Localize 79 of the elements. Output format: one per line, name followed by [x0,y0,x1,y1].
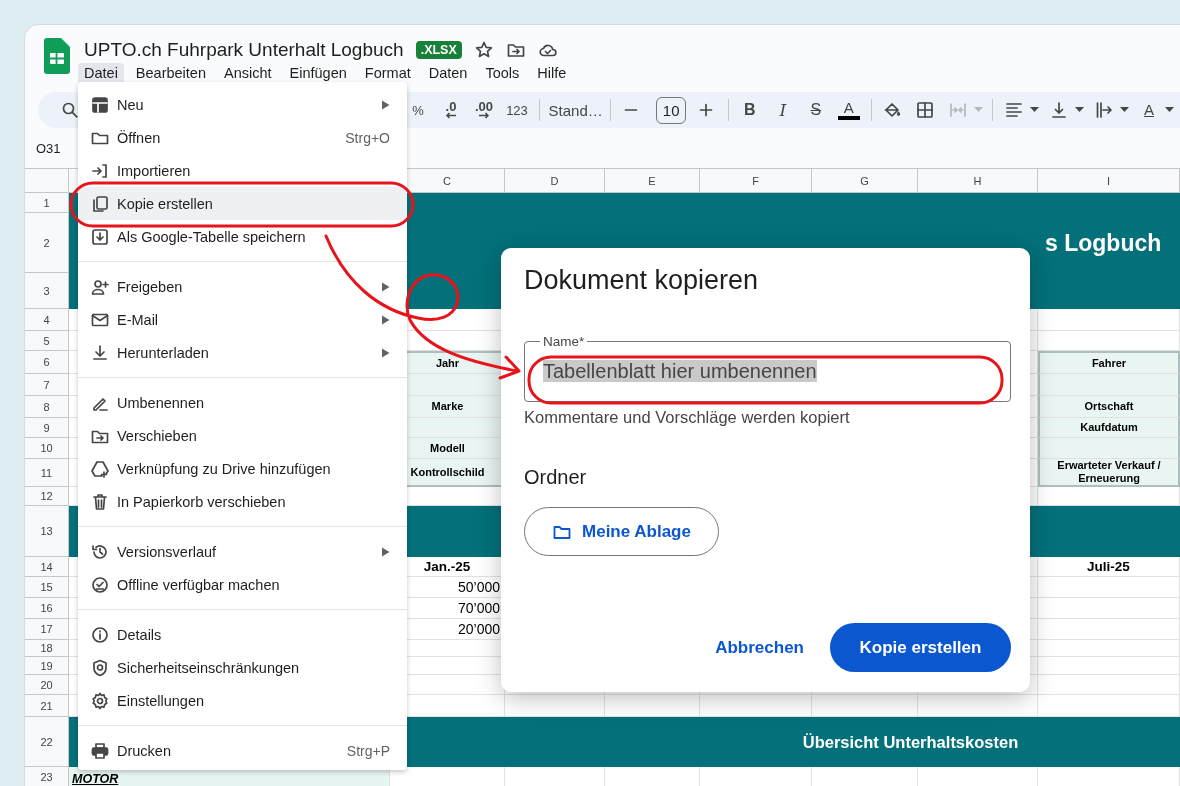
folder-heading: Ordner [524,465,587,490]
row-header[interactable]: 18 [25,640,69,657]
row-header[interactable]: 10 [25,438,69,459]
row-header[interactable]: 21 [25,695,69,717]
number-format-button[interactable]: 123 [503,96,531,124]
row-header[interactable]: 16 [25,598,69,619]
menu-item[interactable]: Freigeben [78,270,407,303]
menu-bar-item[interactable]: Tools [479,63,526,84]
menu-item[interactable]: Drucken Strg+P [78,734,407,767]
italic-button[interactable]: I [768,96,797,124]
row-header[interactable]: 17 [25,619,69,640]
table-cell: Fahrer [1038,351,1180,374]
shortcut-label: Strg+P [346,742,390,759]
menu-bar-item[interactable]: Einfügen [283,63,353,84]
row-header[interactable]: 5 [25,331,69,351]
cancel-button[interactable]: Abbrechen [713,623,806,672]
row-header[interactable]: 12 [25,487,69,506]
table-cell: Ortschaft [1038,396,1180,418]
column-header[interactable]: H [918,169,1038,193]
shortcut-label: Strg+O [345,129,390,146]
text-color-button[interactable]: A [834,96,863,124]
font-dropdown[interactable]: Stand… [546,96,602,124]
menu-item[interactable]: Als Google-Tabelle speichern [78,220,407,253]
row-header[interactable]: 20 [25,675,69,695]
row-header[interactable]: 19 [25,657,69,675]
dialog-title: Dokument kopieren [524,264,759,297]
folder-button[interactable]: Meine Ablage [524,507,719,556]
row-header[interactable]: 14 [25,557,69,577]
menu-bar-item[interactable]: Daten [422,63,474,84]
field-value: Tabellenblatt hier umbenennen [543,360,817,382]
column-header[interactable]: F [700,169,812,193]
column-header[interactable]: D [505,169,605,193]
menu-bar-item[interactable]: Hilfe [531,63,573,84]
decimal-button[interactable]: .00 [470,96,498,124]
decimal-button[interactable]: .0 [437,96,465,124]
menu-bar-item[interactable]: Bearbeiten [129,63,212,84]
row-header[interactable]: 6 [25,351,69,374]
row-header[interactable]: 2 [25,213,69,273]
row-header[interactable]: 13 [25,506,69,557]
table-cell: Erwarteter Verkauf / Erneuerung [1038,459,1180,487]
row-header[interactable]: 22 [25,717,69,767]
text-rotation-button[interactable]: A [1135,96,1163,124]
file-type-badge: .XLSX [415,41,462,59]
column-header[interactable]: G [812,169,918,193]
menu-bar-item[interactable]: Format [358,63,417,84]
menu-bar-item[interactable]: Datei [78,63,124,84]
row-header[interactable]: 7 [25,374,69,396]
create-copy-button[interactable]: Kopie erstellen [830,623,1011,672]
menu-item[interactable]: Kopie erstellen [78,187,407,220]
menu-item[interactable]: Neu [78,88,407,121]
document-title[interactable]: UPTO.ch Fuhrpark Unterhalt Logbuch [84,39,404,61]
bold-button[interactable]: B [735,96,764,124]
font-size-field[interactable]: 10 [656,96,687,124]
row-header[interactable]: 23 [25,767,69,786]
name-field[interactable]: Name* Tabellenblatt hier umbenennen [524,334,1011,402]
row-header[interactable]: 4 [25,309,69,331]
row-header[interactable]: 8 [25,396,69,418]
column-header[interactable]: I [1038,169,1180,193]
menu-bar-item[interactable]: Ansicht [218,63,278,84]
menu-item[interactable]: In Papierkorb verschieben [78,485,407,518]
column-header[interactable]: E [605,169,700,193]
menu-item[interactable]: E-Mail [78,303,407,336]
helper-text: Kommentare und Vorschläge werden kopiert [524,407,850,428]
sheet-title: s Logbuch [1044,228,1163,258]
cell-reference[interactable]: O31 [36,140,61,156]
row-header[interactable]: 15 [25,577,69,598]
table-cell: Kaufdatum [1038,418,1180,438]
row-header[interactable]: 11 [25,459,69,487]
row-header[interactable]: 9 [25,418,69,438]
menu-item[interactable]: Öffnen Strg+O [78,121,407,154]
row-header[interactable]: 1 [25,193,69,213]
number-format-button[interactable]: % [404,96,432,124]
strikethrough-button[interactable]: S [801,96,830,124]
row-header[interactable]: 3 [25,273,69,309]
field-label: Name* [542,334,586,349]
table-cell: Juli-25 [1038,557,1180,577]
menu-item[interactable]: Sicherheitseinschränkungen [78,651,407,684]
menu-item[interactable]: Einstellungen [78,684,407,717]
section-heading: Übersicht Unterhaltskosten [801,731,1020,753]
